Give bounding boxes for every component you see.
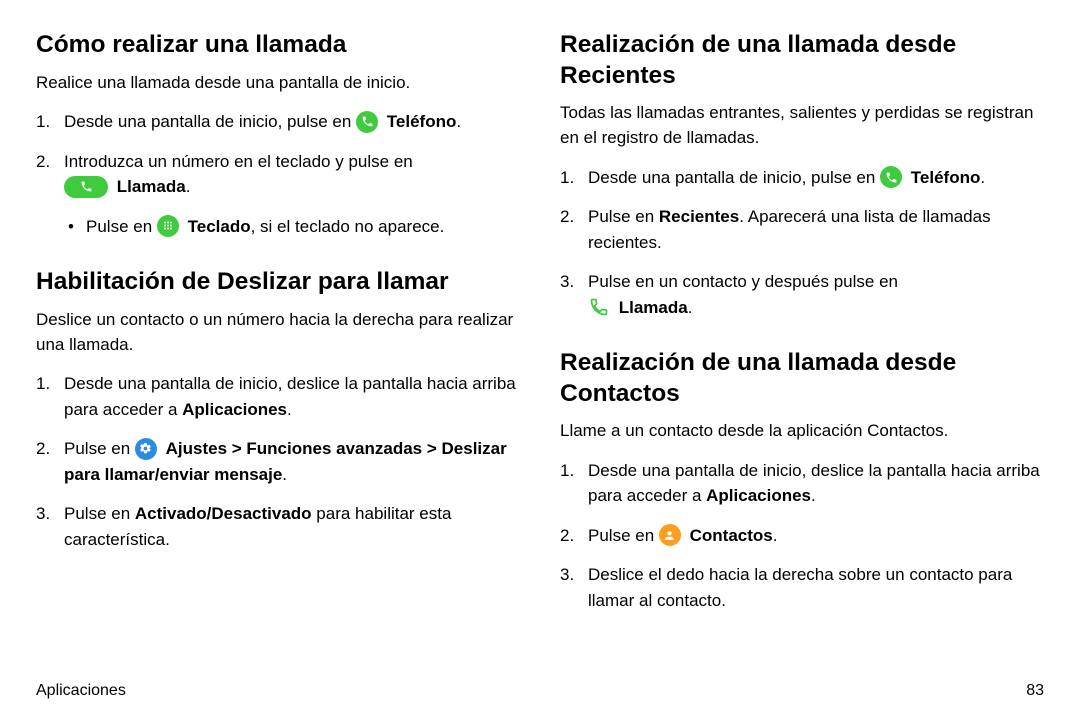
step-item: Desde una pantalla de inicio, pulse en T… bbox=[36, 109, 520, 135]
bold-telefono: Teléfono bbox=[911, 168, 981, 187]
sublist: Pulse en Teclado, si el teclado no apare… bbox=[64, 214, 520, 240]
right-column: Realización de una llamada desde Recient… bbox=[560, 30, 1044, 674]
bold-llamada: Llamada bbox=[619, 298, 688, 317]
step-item: Introduzca un número en el teclado y pul… bbox=[36, 149, 520, 240]
step-item: Desde una pantalla de inicio, deslice la… bbox=[560, 458, 1044, 509]
step-item: Desde una pantalla de inicio, pulse en T… bbox=[560, 165, 1044, 191]
intro-text: Todas las llamadas entrantes, salientes … bbox=[560, 101, 1044, 150]
step-item: Desde una pantalla de inicio, deslice la… bbox=[36, 371, 520, 422]
step-item: Pulse en Contactos. bbox=[560, 523, 1044, 549]
sublist-item: Pulse en Teclado, si el teclado no apare… bbox=[64, 214, 520, 240]
steps-list: Desde una pantalla de inicio, pulse en T… bbox=[36, 109, 520, 239]
call-pill-icon bbox=[64, 176, 108, 198]
step-item: Deslice el dedo hacia la derecha sobre u… bbox=[560, 562, 1044, 613]
page-footer: Aplicaciones 83 bbox=[36, 682, 1044, 700]
phone-icon bbox=[880, 166, 902, 188]
contacts-icon bbox=[659, 524, 681, 546]
step-item: Pulse en Recientes. Aparecerá una lista … bbox=[560, 204, 1044, 255]
footer-page-number: 83 bbox=[1026, 682, 1044, 700]
heading-como-realizar: Cómo realizar una llamada bbox=[36, 30, 520, 61]
call-outline-icon bbox=[588, 296, 610, 318]
steps-list: Desde una pantalla de inicio, pulse en T… bbox=[560, 165, 1044, 321]
steps-list: Desde una pantalla de inicio, deslice la… bbox=[36, 371, 520, 552]
bold-telefono: Teléfono bbox=[387, 112, 457, 131]
heading-recientes: Realización de una llamada desde Recient… bbox=[560, 30, 1044, 91]
bold-llamada: Llamada bbox=[117, 177, 186, 196]
steps-list: Desde una pantalla de inicio, deslice la… bbox=[560, 458, 1044, 614]
step-item: Pulse en Ajustes > Funciones avanzadas >… bbox=[36, 436, 520, 487]
two-column-layout: Cómo realizar una llamada Realice una ll… bbox=[36, 30, 1044, 674]
heading-contactos: Realización de una llamada desde Contact… bbox=[560, 348, 1044, 409]
phone-icon bbox=[356, 111, 378, 133]
bold-contactos: Contactos bbox=[690, 526, 773, 545]
footer-section: Aplicaciones bbox=[36, 682, 1018, 700]
intro-text: Deslice un contacto o un número hacia la… bbox=[36, 308, 520, 357]
keypad-icon bbox=[157, 215, 179, 237]
intro-text: Llame a un contacto desde la aplicación … bbox=[560, 419, 1044, 444]
intro-text: Realice una llamada desde una pantalla d… bbox=[36, 71, 520, 96]
step-item: Pulse en un contacto y después pulse en … bbox=[560, 269, 1044, 320]
settings-icon bbox=[135, 438, 157, 460]
step-item: Pulse en Activado/Desactivado para habil… bbox=[36, 501, 520, 552]
heading-habilitacion: Habilitación de Deslizar para llamar bbox=[36, 267, 520, 298]
left-column: Cómo realizar una llamada Realice una ll… bbox=[36, 30, 520, 674]
bold-teclado: Teclado bbox=[188, 217, 251, 236]
